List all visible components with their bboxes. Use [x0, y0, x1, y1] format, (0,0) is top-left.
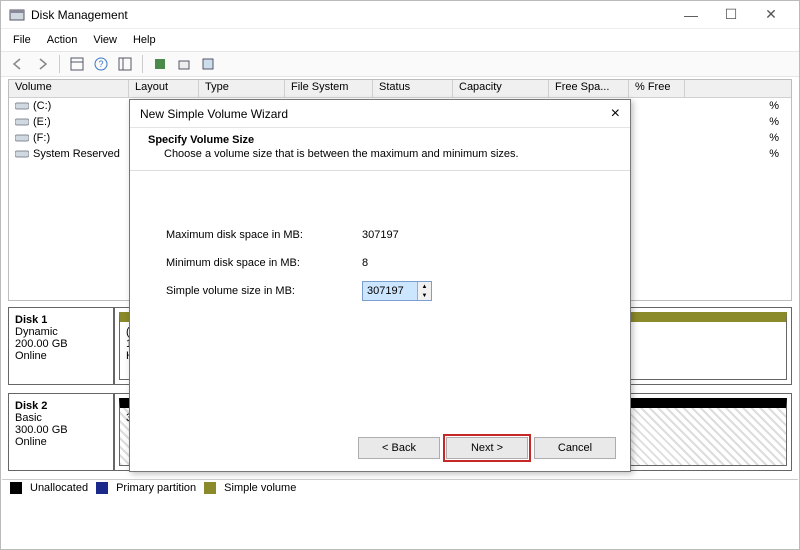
volume-pct: % [769, 132, 779, 144]
back-button[interactable]: < Back [358, 437, 440, 459]
help-icon[interactable]: ? [90, 53, 112, 75]
volume-pct: % [769, 116, 779, 128]
col-volume[interactable]: Volume [9, 80, 129, 97]
disk-status: Online [15, 436, 107, 448]
spinner-down-icon[interactable]: ▼ [418, 291, 431, 300]
swatch-primary [96, 482, 108, 494]
volume-name: (C:) [33, 100, 51, 112]
col-filesystem[interactable]: File System [285, 80, 373, 97]
volume-pct: % [769, 100, 779, 112]
dialog-button-row: < Back Next > Cancel [358, 437, 616, 459]
spinner-buttons: ▲ ▼ [417, 282, 431, 300]
drive-icon [15, 117, 29, 127]
forward-icon[interactable] [31, 53, 53, 75]
minimize-button[interactable]: — [671, 2, 711, 28]
back-icon[interactable] [7, 53, 29, 75]
toolbar-icon-4[interactable] [149, 53, 171, 75]
max-space-row: Maximum disk space in MB: 307197 [166, 221, 594, 249]
disk-label[interactable]: Disk 2 Basic 300.00 GB Online [8, 393, 114, 471]
min-space-row: Minimum disk space in MB: 8 [166, 249, 594, 277]
swatch-unallocated [10, 482, 22, 494]
svg-text:?: ? [98, 59, 103, 69]
max-space-label: Maximum disk space in MB: [166, 229, 362, 241]
legend-simple: Simple volume [224, 482, 296, 494]
spinner-up-icon[interactable]: ▲ [418, 282, 431, 291]
col-capacity[interactable]: Capacity [453, 80, 549, 97]
swatch-simple [204, 482, 216, 494]
window-title: Disk Management [31, 8, 671, 22]
toolbar-icon-1[interactable] [66, 53, 88, 75]
drive-icon [15, 133, 29, 143]
max-space-value: 307197 [362, 229, 399, 241]
volume-list-header: Volume Layout Type File System Status Ca… [9, 80, 791, 98]
menu-help[interactable]: Help [125, 32, 164, 48]
volume-size-spinbox: ▲ ▼ [362, 281, 432, 301]
disk-type: Basic [15, 412, 107, 424]
dialog-titlebar: New Simple Volume Wizard × [130, 100, 630, 128]
cancel-button[interactable]: Cancel [534, 437, 616, 459]
dialog-header: Specify Volume Size Choose a volume size… [130, 128, 630, 171]
titlebar: Disk Management — ☐ ✕ [1, 1, 799, 29]
col-freespace[interactable]: Free Spa... [549, 80, 629, 97]
disk-mgmt-icon [9, 7, 25, 23]
menu-view[interactable]: View [85, 32, 125, 48]
toolbar-icon-6[interactable] [197, 53, 219, 75]
dialog-subheading: Choose a volume size that is between the… [164, 148, 612, 160]
volume-pct: % [769, 148, 779, 160]
col-layout[interactable]: Layout [129, 80, 199, 97]
disk-size: 200.00 GB [15, 338, 107, 350]
menubar: File Action View Help [1, 29, 799, 51]
legend-primary: Primary partition [116, 482, 196, 494]
menu-file[interactable]: File [5, 32, 39, 48]
col-pctfree[interactable]: % Free [629, 80, 685, 97]
toolbar-icon-5[interactable] [173, 53, 195, 75]
new-simple-volume-wizard-dialog: New Simple Volume Wizard × Specify Volum… [129, 99, 631, 472]
disk-management-window: Disk Management — ☐ ✕ File Action View H… [0, 0, 800, 550]
close-icon[interactable]: × [611, 105, 620, 123]
toolbar-icon-3[interactable] [114, 53, 136, 75]
disk-name: Disk 2 [15, 400, 107, 412]
maximize-button[interactable]: ☐ [711, 2, 751, 28]
dialog-heading: Specify Volume Size [148, 134, 612, 146]
close-button[interactable]: ✕ [751, 2, 791, 28]
min-space-value: 8 [362, 257, 368, 269]
disk-status: Online [15, 350, 107, 362]
legend-unallocated: Unallocated [30, 482, 88, 494]
min-space-label: Minimum disk space in MB: [166, 257, 362, 269]
volume-name: (E:) [33, 116, 51, 128]
menu-action[interactable]: Action [39, 32, 86, 48]
dialog-title: New Simple Volume Wizard [140, 107, 611, 121]
disk-name: Disk 1 [15, 314, 107, 326]
next-button[interactable]: Next > [446, 437, 528, 459]
disk-label[interactable]: Disk 1 Dynamic 200.00 GB Online [8, 307, 114, 385]
volume-size-input[interactable] [363, 282, 417, 300]
volume-size-label: Simple volume size in MB: [166, 285, 362, 297]
col-type[interactable]: Type [199, 80, 285, 97]
toolbar-separator [59, 55, 60, 73]
dialog-body: Maximum disk space in MB: 307197 Minimum… [130, 171, 630, 355]
toolbar: ? [1, 51, 799, 77]
volume-size-row: Simple volume size in MB: ▲ ▼ [166, 277, 594, 305]
col-status[interactable]: Status [373, 80, 453, 97]
toolbar-separator [142, 55, 143, 73]
volume-name: System Reserved [33, 148, 120, 160]
disk-type: Dynamic [15, 326, 107, 338]
window-controls: — ☐ ✕ [671, 2, 791, 28]
drive-icon [15, 101, 29, 111]
volume-name: (F:) [33, 132, 50, 144]
legend: Unallocated Primary partition Simple vol… [2, 479, 798, 496]
disk-size: 300.00 GB [15, 424, 107, 436]
drive-icon [15, 149, 29, 159]
